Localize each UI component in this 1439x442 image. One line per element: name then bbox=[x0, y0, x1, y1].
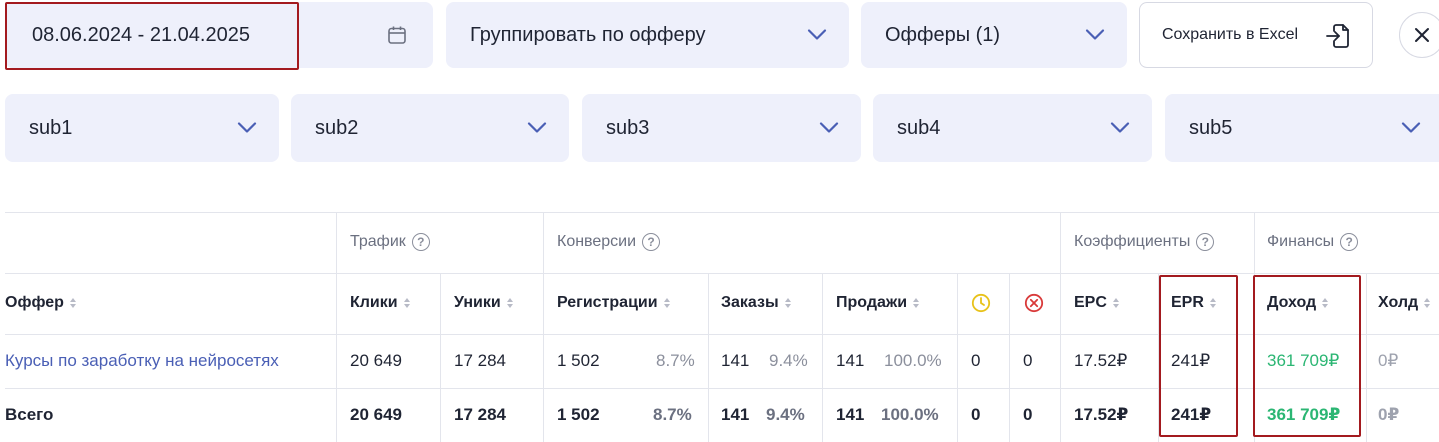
close-button[interactable] bbox=[1399, 12, 1439, 58]
group-header-coefficients: Коэффициенты ? bbox=[1074, 233, 1215, 251]
column-header-clicks[interactable]: Клики bbox=[350, 294, 410, 312]
total-registrations-pct: 8.7% bbox=[653, 405, 692, 424]
chevron-down-icon bbox=[1085, 24, 1105, 47]
total-orders-pct: 9.4% bbox=[766, 405, 805, 424]
chevron-down-icon bbox=[819, 117, 839, 140]
chevron-down-icon bbox=[807, 24, 827, 47]
sub5-label: sub5 bbox=[1189, 116, 1233, 139]
column-header-epc[interactable]: EPC bbox=[1074, 294, 1119, 312]
export-excel-button[interactable]: Сохранить в Excel bbox=[1139, 2, 1373, 68]
chevron-down-icon bbox=[1110, 117, 1130, 140]
total-orders: 141 bbox=[721, 405, 750, 424]
cell-registrations: 1 502 bbox=[557, 351, 600, 370]
clock-icon bbox=[971, 293, 991, 313]
cell-pending: 0 bbox=[971, 351, 981, 370]
calendar-icon[interactable] bbox=[387, 25, 407, 51]
offer-link[interactable]: Курсы по заработку на нейросетях bbox=[5, 351, 279, 371]
sort-icon[interactable] bbox=[1209, 298, 1216, 308]
group-header-conversions: Конверсии ? bbox=[557, 233, 661, 251]
cell-income: 361 709₽ bbox=[1267, 351, 1340, 370]
total-registrations: 1 502 bbox=[557, 405, 600, 424]
column-header-orders[interactable]: Заказы bbox=[721, 294, 791, 312]
cell-sales: 141 bbox=[836, 351, 865, 370]
chevron-down-icon bbox=[1401, 117, 1421, 140]
total-rejected: 0 bbox=[1023, 405, 1033, 424]
cell-orders-pct: 9.4% bbox=[769, 351, 808, 370]
column-header-offer[interactable]: Оффер bbox=[5, 294, 76, 312]
cell-hold: 0₽ bbox=[1378, 351, 1399, 370]
column-header-income[interactable]: Доход bbox=[1267, 294, 1329, 312]
cell-sales-pct: 100.0% bbox=[884, 351, 942, 370]
sort-icon[interactable] bbox=[784, 298, 791, 308]
sort-icon[interactable] bbox=[1424, 298, 1431, 308]
export-excel-label: Сохранить в Excel bbox=[1162, 26, 1299, 43]
total-pending: 0 bbox=[971, 405, 981, 424]
sub3-label: sub3 bbox=[606, 116, 650, 139]
total-clicks: 20 649 bbox=[350, 405, 402, 424]
group-header-finance: Финансы ? bbox=[1267, 233, 1359, 251]
column-header-sales[interactable]: Продажи bbox=[836, 294, 920, 312]
export-icon bbox=[1326, 23, 1350, 54]
date-range-value: 08.06.2024 - 21.04.2025 bbox=[32, 23, 250, 46]
sub2-label: sub2 bbox=[315, 116, 359, 139]
total-epc: 17.52₽ bbox=[1074, 405, 1129, 424]
help-icon[interactable]: ? bbox=[1340, 233, 1359, 251]
sub5-select[interactable]: sub5 bbox=[1165, 94, 1439, 162]
total-sales-pct: 100.0% bbox=[881, 405, 939, 424]
sub1-label: sub1 bbox=[29, 116, 73, 139]
cell-orders: 141 bbox=[721, 351, 750, 370]
offers-select[interactable]: Офферы (1) bbox=[861, 2, 1127, 68]
sort-icon[interactable] bbox=[663, 298, 670, 308]
sub4-select[interactable]: sub4 bbox=[873, 94, 1152, 162]
help-icon[interactable]: ? bbox=[642, 233, 661, 251]
help-icon[interactable]: ? bbox=[1196, 233, 1215, 251]
cell-uniques: 17 284 bbox=[454, 351, 506, 370]
cell-registrations-pct: 8.7% bbox=[656, 351, 695, 370]
total-label: Всего bbox=[5, 405, 54, 424]
chevron-down-icon bbox=[527, 117, 547, 140]
group-by-value: Группировать по офферу bbox=[470, 23, 706, 46]
sort-icon[interactable] bbox=[1322, 298, 1329, 308]
sort-icon[interactable] bbox=[913, 298, 920, 308]
column-header-pending[interactable] bbox=[971, 293, 991, 318]
group-by-select[interactable]: Группировать по офферу bbox=[446, 2, 849, 68]
total-epr: 241₽ bbox=[1171, 405, 1212, 424]
sort-icon[interactable] bbox=[403, 298, 410, 308]
date-range-picker[interactable]: 08.06.2024 - 21.04.2025 bbox=[5, 2, 433, 68]
column-header-registrations[interactable]: Регистрации bbox=[557, 294, 670, 312]
sub2-select[interactable]: sub2 bbox=[291, 94, 569, 162]
cell-epr: 241₽ bbox=[1171, 351, 1211, 370]
total-uniques: 17 284 bbox=[454, 405, 506, 424]
sub4-label: sub4 bbox=[897, 116, 941, 139]
column-header-epr[interactable]: EPR bbox=[1171, 294, 1216, 312]
sort-icon[interactable] bbox=[506, 298, 513, 308]
chevron-down-icon bbox=[237, 117, 257, 140]
sub1-select[interactable]: sub1 bbox=[5, 94, 279, 162]
cell-rejected: 0 bbox=[1023, 351, 1033, 370]
sort-icon[interactable] bbox=[1112, 298, 1119, 308]
cell-epc: 17.52₽ bbox=[1074, 351, 1128, 370]
column-header-hold[interactable]: Холд bbox=[1378, 294, 1431, 312]
total-sales: 141 bbox=[836, 405, 865, 424]
help-icon[interactable]: ? bbox=[411, 233, 430, 251]
cancel-circle-icon bbox=[1024, 293, 1044, 313]
total-income: 361 709₽ bbox=[1267, 405, 1341, 424]
sort-icon[interactable] bbox=[69, 298, 76, 308]
column-header-rejected[interactable] bbox=[1024, 293, 1044, 318]
total-hold: 0₽ bbox=[1378, 405, 1400, 424]
offers-value: Офферы (1) bbox=[885, 23, 1001, 46]
column-header-uniques[interactable]: Уники bbox=[454, 294, 513, 312]
cell-clicks: 20 649 bbox=[350, 351, 402, 370]
close-icon bbox=[1415, 28, 1429, 42]
group-header-traffic: Трафик ? bbox=[350, 233, 430, 251]
sub3-select[interactable]: sub3 bbox=[582, 94, 861, 162]
